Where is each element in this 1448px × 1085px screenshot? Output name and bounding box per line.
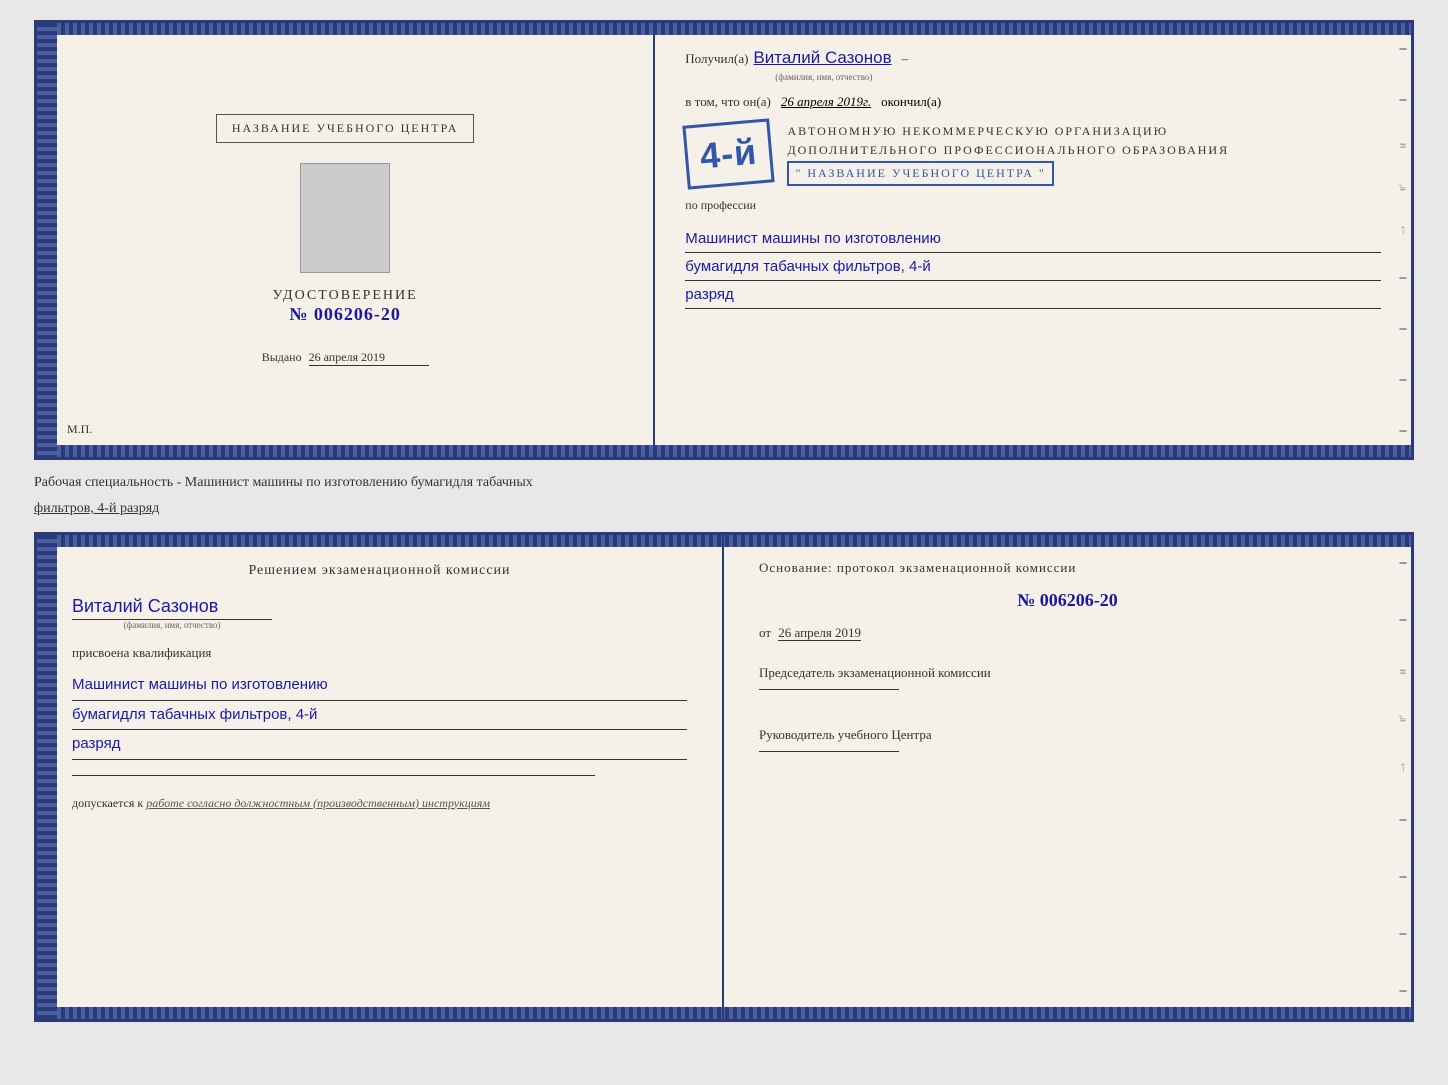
bottom-right-page: Основание: протокол экзаменационной коми… — [724, 535, 1411, 1019]
prisvoena-label: присвоена квалификация — [72, 645, 687, 661]
info-text-block: Рабочая специальность - Машинист машины … — [34, 470, 1414, 522]
bottom-line — [72, 775, 595, 776]
chairman-label: Председатель экзаменационной комиссии — [759, 665, 1376, 681]
date-prefix: от — [759, 625, 771, 640]
mp-label: М.П. — [67, 422, 92, 437]
stamp-area: 4-й АВТОНОМНУЮ НЕКОММЕРЧЕСКУЮ ОРГАНИЗАЦИ… — [685, 122, 1381, 186]
cert-right-page: Получил(а) Виталий Сазонов – (фамилия, и… — [655, 23, 1411, 457]
cert-number: № 006206-20 — [273, 304, 418, 325]
person-name-block: Виталий Сазонов (фамилия, имя, отчество) — [72, 596, 687, 630]
protocol-date: 26 апреля 2019 — [778, 625, 861, 641]
dopuskaetsya-prefix: допускается к — [72, 796, 143, 810]
right-edge-dashes: – – и ,а ‹– – – – – — [1395, 23, 1411, 457]
udostoverenie-label: УДОСТОВЕРЕНИЕ — [273, 288, 418, 304]
protocol-number: № 006206-20 — [759, 590, 1376, 611]
issued-label: Выдано — [262, 350, 302, 364]
photo-placeholder — [300, 163, 390, 273]
po-professii: по профессии — [685, 198, 1381, 213]
dash1: – — [902, 51, 909, 67]
bottom-left-border — [37, 535, 57, 1019]
dopuskaetsya-line: допускается к работе согласно должностны… — [72, 796, 687, 811]
profession-line1: Машинист машины по изготовлению — [685, 225, 1381, 253]
top-certificate: НАЗВАНИЕ УЧЕБНОГО ЦЕНТРА УДОСТОВЕРЕНИЕ №… — [34, 20, 1414, 460]
recipient-subtitle: (фамилия, имя, отчество) — [775, 72, 1381, 82]
qual-line1: Машинист машины по изготовлению — [72, 671, 687, 701]
osnovaniye-title: Основание: протокол экзаменационной коми… — [759, 560, 1376, 576]
poluchil-prefix: Получил(а) — [685, 51, 748, 67]
bottom-left-page: Решением экзаменационной комиссии Витали… — [37, 535, 724, 1019]
bottom-right-edge-dashes: – – и ,а ‹– – – – – — [1395, 535, 1411, 1019]
recipient-line: Получил(а) Виталий Сазонов – — [685, 48, 1381, 68]
org-line2: ДОПОЛНИТЕЛЬНОГО ПРОФЕССИОНАЛЬНОГО ОБРАЗО… — [787, 141, 1229, 160]
profession-block: Машинист машины по изготовлению бумагидл… — [685, 225, 1381, 309]
stamp: 4-й — [683, 118, 775, 189]
date-line: от 26 апреля 2019 — [759, 625, 1376, 641]
bottom-certificate: Решением экзаменационной комиссии Витали… — [34, 532, 1414, 1022]
v-tom-chto-line: в том, что он(а) 26 апреля 2019г. окончи… — [685, 94, 1381, 110]
person-subtitle: (фамилия, имя, отчество) — [72, 620, 272, 630]
cert-left-page: НАЗВАНИЕ УЧЕБНОГО ЦЕНТРА УДОСТОВЕРЕНИЕ №… — [37, 23, 655, 457]
document-container: НАЗВАНИЕ УЧЕБНОГО ЦЕНТРА УДОСТОВЕРЕНИЕ №… — [34, 20, 1414, 1022]
rukovoditel-block: Руководитель учебного Центра — [759, 727, 1376, 760]
stamp-number: 4-й — [699, 131, 760, 178]
org-block: АВТОНОМНУЮ НЕКОММЕРЧЕСКУЮ ОРГАНИЗАЦИЮ ДО… — [787, 122, 1229, 186]
rukovoditel-signature — [759, 751, 899, 752]
recipient-name: Виталий Сазонов — [753, 48, 891, 68]
info-line1: Рабочая специальность - Машинист машины … — [34, 470, 1414, 496]
date-filled: 26 апреля 2019г. — [781, 94, 871, 110]
qualification-block: Машинист машины по изготовлению бумагидл… — [72, 671, 687, 760]
chairman-block: Председатель экзаменационной комиссии — [759, 665, 1376, 698]
dopuskaetsya-text: работе согласно должностным (производств… — [146, 796, 490, 810]
udostoverenie-block: УДОСТОВЕРЕНИЕ № 006206-20 — [273, 288, 418, 325]
org-line1: АВТОНОМНУЮ НЕКОММЕРЧЕСКУЮ ОРГАНИЗАЦИЮ — [787, 122, 1229, 141]
info-line2: фильтров, 4-й разряд — [34, 496, 1414, 522]
issued-date: 26 апреля 2019 — [309, 350, 429, 366]
chairman-signature — [759, 689, 899, 690]
profession-line2: бумагидля табачных фильтров, 4-й — [685, 253, 1381, 281]
v-tom-chto: в том, что он(а) — [685, 94, 771, 110]
qual-line3: разряд — [72, 730, 687, 760]
profession-line3: разряд — [685, 281, 1381, 309]
okonchil: окончил(а) — [881, 94, 941, 110]
commission-title: Решением экзаменационной комиссии — [72, 560, 687, 581]
rukovoditel-label: Руководитель учебного Центра — [759, 727, 1376, 743]
person-name: Виталий Сазонов — [72, 596, 218, 617]
training-center-title: НАЗВАНИЕ УЧЕБНОГО ЦЕНТРА — [216, 114, 475, 143]
qual-line2: бумагидля табачных фильтров, 4-й — [72, 701, 687, 731]
left-border — [37, 23, 57, 457]
issued-line: Выдано 26 апреля 2019 — [262, 350, 429, 366]
org-name-box: " НАЗВАНИЕ УЧЕБНОГО ЦЕНТРА " — [787, 161, 1053, 186]
